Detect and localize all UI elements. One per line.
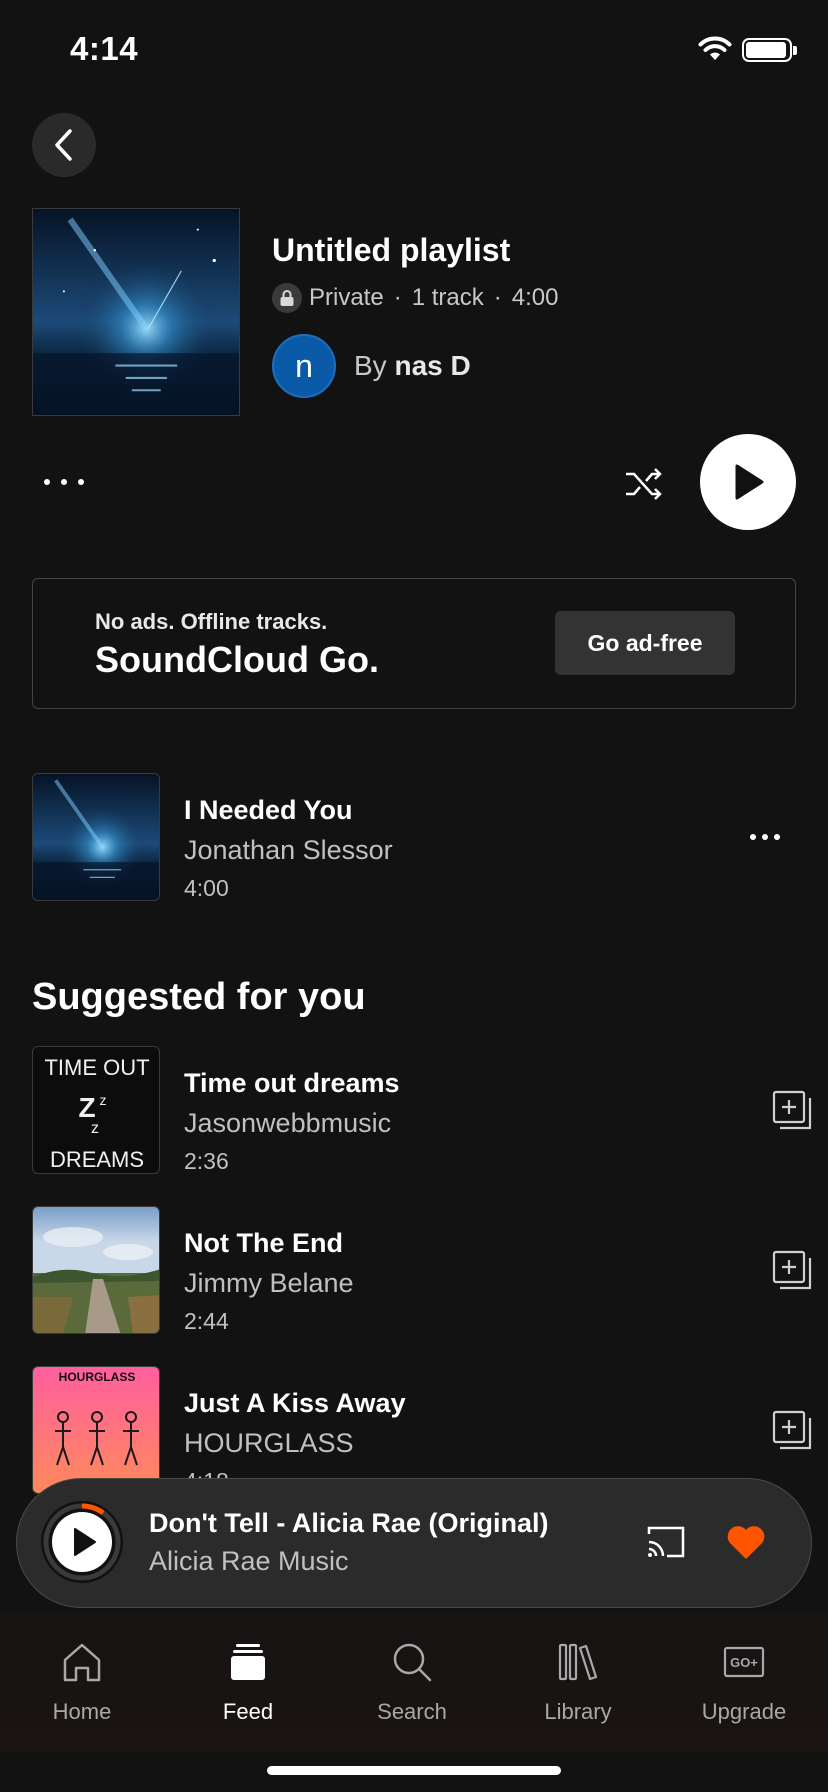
back-button[interactable] <box>32 113 96 177</box>
suggested-track-row[interactable]: TIME OUT Z z z DREAMS Time out dreams Ja… <box>32 1046 812 1174</box>
svg-text:Z: Z <box>78 1092 95 1123</box>
track-duration: 2:44 <box>184 1308 229 1334</box>
track-artist: Jonathan Slessor <box>184 835 393 865</box>
svg-text:TIME OUT: TIME OUT <box>44 1055 149 1080</box>
chevron-left-icon <box>55 129 72 161</box>
svg-text:GO+: GO+ <box>730 1655 758 1670</box>
owner-label[interactable]: By nas D <box>354 350 471 382</box>
home-indicator <box>267 1766 561 1775</box>
track-title: I Needed You <box>184 795 353 825</box>
privacy-label: Private <box>309 284 384 311</box>
now-playing-artist: Alicia Rae Music <box>149 1546 349 1576</box>
time-out-dreams-artwork: TIME OUT Z z z DREAMS <box>44 1055 149 1172</box>
add-to-playlist-icon[interactable] <box>772 1090 812 1130</box>
track-artist: HOURGLASS <box>184 1428 354 1458</box>
wifi-icon <box>698 36 732 60</box>
promo-subtitle: No ads. Offline tracks. <box>95 609 328 634</box>
svg-text:z: z <box>91 1120 99 1137</box>
play-button[interactable] <box>700 434 796 530</box>
tab-upgrade[interactable]: GO+ Upgrade <box>684 1640 804 1725</box>
bottom-nav: Home Feed Search Library GO+ Upgrade <box>0 1612 828 1752</box>
mini-play-button[interactable] <box>41 1501 123 1583</box>
night-sky-artwork <box>33 209 239 415</box>
track-artist: Jimmy Belane <box>184 1268 354 1298</box>
home-icon <box>63 1643 101 1682</box>
play-icon <box>735 464 764 500</box>
go-ad-free-button[interactable]: Go ad-free <box>555 611 735 675</box>
track-duration: 4:00 <box>184 875 229 901</box>
feed-icon <box>231 1644 265 1680</box>
playlist-title: Untitled playlist <box>272 232 511 268</box>
go-promo-banner: No ads. Offline tracks. SoundCloud Go. G… <box>32 578 796 709</box>
status-bar: 4:14 <box>0 0 828 100</box>
lock-icon <box>272 283 302 313</box>
heart-icon[interactable] <box>725 1523 767 1561</box>
playlist-duration: 4:00 <box>511 284 559 311</box>
track-title: Time out dreams <box>184 1068 400 1098</box>
track-count: 1 track <box>411 284 484 311</box>
avatar[interactable]: n <box>272 334 336 398</box>
track-artwork <box>32 1206 160 1334</box>
separator-dot: · <box>493 284 502 311</box>
playlist-track-row[interactable]: I Needed You Jonathan Slessor 4:00 <box>32 773 812 901</box>
now-playing-title: Don't Tell - Alicia Rae (Original) <box>149 1508 549 1538</box>
search-icon <box>393 1643 432 1682</box>
track-artwork: TIME OUT Z z z DREAMS <box>32 1046 160 1174</box>
owner-name[interactable]: nas D <box>394 350 470 381</box>
suggested-track-row[interactable]: Not The End Jimmy Belane 2:44 <box>32 1206 812 1334</box>
promo-title: SoundCloud Go. <box>95 639 379 680</box>
tab-search[interactable]: Search <box>352 1640 472 1725</box>
track-title: Not The End <box>184 1228 343 1258</box>
svg-text:z: z <box>100 1092 107 1108</box>
track-more-button[interactable] <box>750 832 780 842</box>
tab-home[interactable]: Home <box>22 1640 142 1725</box>
separator-dot: · <box>393 284 402 311</box>
suggested-track-row[interactable]: HOURGLASS Just A Kiss Away HOURGLASS 4:1… <box>32 1366 812 1494</box>
hourglass-artwork: HOURGLASS <box>33 1367 159 1493</box>
tab-label: Search <box>377 1699 447 1724</box>
tab-library[interactable]: Library <box>518 1640 638 1725</box>
battery-icon <box>742 38 797 62</box>
track-artwork <box>32 773 160 901</box>
track-artwork: HOURGLASS <box>32 1366 160 1494</box>
playlist-cover <box>32 208 240 416</box>
go-plus-icon: GO+ <box>723 1646 765 1678</box>
tab-label: Library <box>544 1699 612 1724</box>
tab-label: Upgrade <box>701 1699 787 1724</box>
status-time: 4:14 <box>70 30 139 67</box>
track-duration: 2:36 <box>184 1148 229 1174</box>
add-to-playlist-icon[interactable] <box>772 1410 812 1450</box>
track-title: Just A Kiss Away <box>184 1388 406 1418</box>
svg-text:HOURGLASS: HOURGLASS <box>59 1370 136 1384</box>
section-heading: Suggested for you <box>32 976 366 1018</box>
by-label: By <box>354 350 387 381</box>
owner-row[interactable]: n By nas D <box>272 334 471 398</box>
playlist-meta: Private · 1 track · 4:00 <box>272 283 558 313</box>
night-sky-artwork <box>33 774 159 900</box>
track-artist: Jasonwebbmusic <box>184 1108 392 1138</box>
more-options-button[interactable] <box>44 470 84 494</box>
mini-player[interactable]: Don't Tell - Alicia Rae (Original) Alici… <box>16 1478 812 1608</box>
tab-label: Feed <box>222 1699 274 1724</box>
tab-label: Home <box>52 1699 112 1724</box>
add-to-playlist-icon[interactable] <box>772 1250 812 1290</box>
svg-text:DREAMS: DREAMS <box>50 1147 144 1172</box>
landscape-path-artwork <box>33 1207 159 1333</box>
library-icon <box>558 1643 598 1681</box>
tab-feed[interactable]: Feed <box>188 1640 308 1725</box>
cast-icon[interactable] <box>645 1524 687 1560</box>
shuffle-icon[interactable] <box>622 462 666 506</box>
